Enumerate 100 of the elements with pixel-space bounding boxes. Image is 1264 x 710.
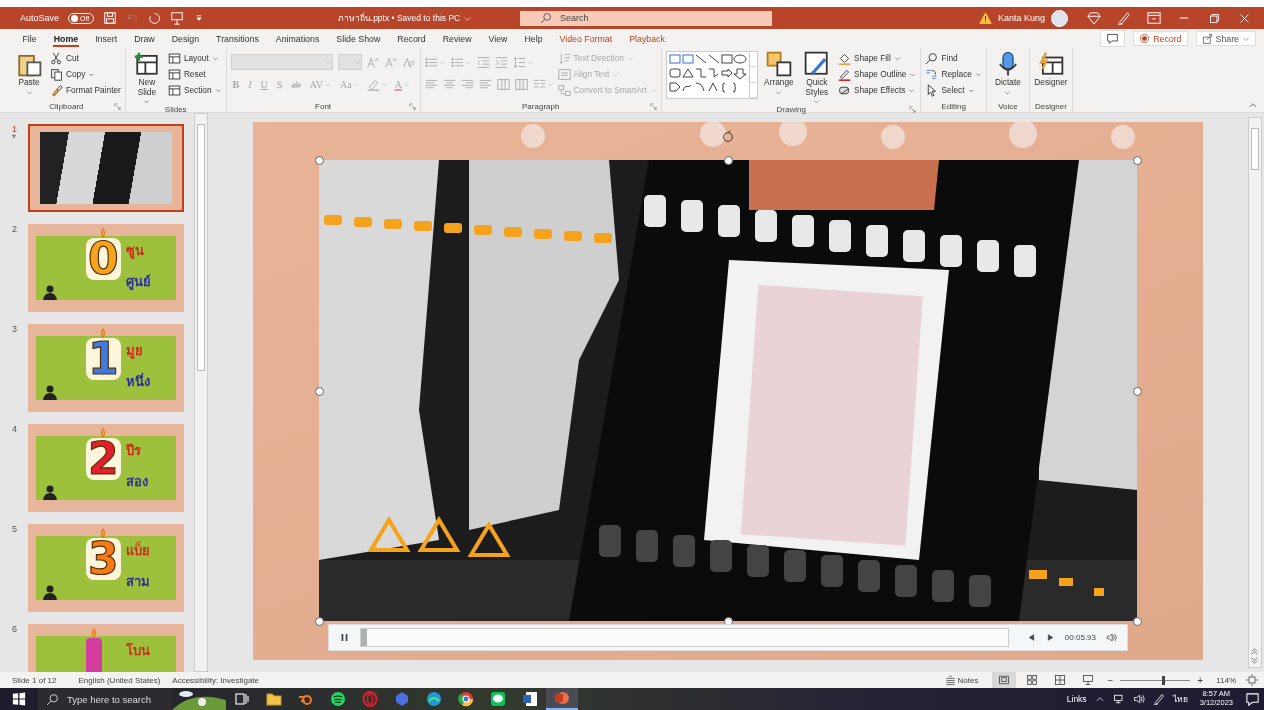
rotate-handle-icon[interactable] — [721, 130, 735, 144]
ribbon-display-icon[interactable] — [1147, 11, 1161, 25]
resize-handle[interactable] — [1133, 617, 1142, 626]
ribbon-tab[interactable]: Transitions — [207, 29, 268, 48]
zoom-out-button[interactable]: − — [1107, 674, 1114, 686]
language-status[interactable]: English (United States) — [78, 675, 161, 685]
present-icon[interactable] — [170, 11, 185, 25]
ribbon-button[interactable]: Quick Styles — [799, 51, 834, 106]
ribbon-button[interactable]: Copy — [50, 67, 121, 81]
ribbon-button[interactable]: Find — [925, 51, 982, 65]
fit-to-window-icon[interactable] — [1246, 674, 1258, 686]
ribbon-button[interactable]: Replace — [925, 67, 982, 81]
accessibility-status[interactable]: Accessibility: Investigate — [172, 675, 259, 685]
landscape-widget-drawing[interactable] — [172, 688, 226, 710]
page-up-icon[interactable] — [1250, 647, 1259, 656]
step-forward-icon[interactable] — [1045, 633, 1055, 642]
ribbon-button[interactable]: Shape Effects — [837, 83, 917, 97]
ribbon-button[interactable]: Layout — [167, 51, 222, 65]
view-button[interactable] — [992, 672, 1017, 688]
links-toolbar[interactable]: Links — [1062, 694, 1091, 704]
diamond-icon[interactable] — [1087, 11, 1101, 25]
caret-down-icon — [214, 86, 222, 94]
ribbon-button[interactable]: Designer — [1033, 51, 1068, 88]
ribbon-tab[interactable]: Video Format — [551, 29, 621, 48]
zoom-in-button[interactable]: + — [1197, 674, 1204, 686]
ribbon-button[interactable]: Paste — [12, 51, 46, 96]
ribbon-button[interactable]: New Slide — [129, 51, 164, 106]
ribbon-button[interactable]: Select — [925, 83, 982, 97]
ribbon-button[interactable]: Reset — [167, 67, 222, 81]
zoom-thumb[interactable] — [1162, 675, 1166, 685]
ribbon-button[interactable]: Section — [167, 83, 222, 97]
ribbon-tab[interactable]: Help — [515, 29, 552, 48]
input-language[interactable]: ไทย — [1168, 692, 1192, 706]
volume-icon[interactable] — [1106, 632, 1117, 643]
dialog-launcher-icon[interactable] — [649, 102, 657, 110]
ribbon-tab[interactable]: Slide Show — [327, 29, 389, 48]
ribbon-tab[interactable]: Review — [434, 29, 481, 48]
indent-decrease-icon — [476, 55, 490, 69]
ribbon-tab[interactable]: View — [480, 29, 516, 48]
pause-icon[interactable] — [339, 632, 350, 643]
share-button[interactable]: Share — [1195, 31, 1256, 46]
comment-icon[interactable] — [1106, 32, 1120, 45]
notification-icon[interactable] — [1245, 691, 1260, 707]
step-back-icon[interactable] — [1026, 633, 1036, 642]
ribbon-button[interactable]: Arrange — [761, 51, 796, 96]
ribbon-tab[interactable]: Draw — [125, 29, 164, 48]
redo-icon[interactable] — [148, 11, 162, 25]
resize-handle[interactable] — [724, 156, 733, 165]
pen-icon[interactable] — [1152, 693, 1165, 705]
save-icon[interactable] — [103, 11, 118, 25]
zoom-level[interactable]: 114% — [1216, 675, 1236, 685]
resize-handle[interactable] — [1133, 156, 1142, 165]
bullet-list-icon — [424, 55, 438, 69]
candle-number: 0 — [86, 238, 121, 280]
close-icon[interactable] — [1237, 11, 1251, 25]
user-name[interactable]: Kanta Kung — [997, 13, 1045, 23]
resize-handle[interactable] — [1133, 386, 1142, 396]
scrollbar[interactable] — [194, 113, 208, 672]
network-icon[interactable] — [1112, 693, 1125, 705]
group-label: Clipboard — [49, 101, 84, 111]
speaker-icon[interactable] — [1132, 693, 1145, 705]
taskbar-search-field[interactable]: Type here to search — [38, 688, 172, 710]
notes-button[interactable]: Notes — [944, 674, 979, 686]
scrollbar-thumb[interactable] — [1251, 128, 1259, 170]
shapes-gallery[interactable] — [665, 51, 758, 99]
caret-up-icon[interactable] — [1094, 694, 1105, 704]
slide-thumbnail[interactable] — [28, 124, 184, 212]
text-direction-icon — [557, 51, 571, 65]
ribbon-tab[interactable]: Playback — [620, 29, 674, 48]
dialog-launcher-icon[interactable] — [408, 102, 416, 110]
ribbon-tab[interactable]: File — [14, 29, 46, 48]
ribbon-button[interactable]: Dictate — [990, 51, 1025, 96]
ribbon-button[interactable]: Shape Outline — [837, 67, 917, 81]
restore-icon[interactable] — [1207, 11, 1221, 25]
page-down-icon[interactable] — [1250, 656, 1259, 665]
ribbon-button[interactable]: Format Painter — [50, 83, 121, 97]
search-field[interactable]: Search — [520, 10, 772, 26]
resize-handle[interactable] — [315, 156, 324, 165]
record-button[interactable]: Record — [1133, 31, 1188, 46]
pen-icon[interactable] — [1117, 11, 1131, 25]
ribbon-button[interactable]: Shape Fill — [837, 51, 917, 65]
scrollbar-thumb[interactable] — [197, 124, 205, 371]
ribbon-button[interactable]: Cut — [50, 51, 121, 65]
scrollbar[interactable] — [1248, 117, 1262, 668]
caret-up-icon[interactable] — [1248, 100, 1258, 110]
ribbon-tab[interactable]: Home — [45, 29, 87, 48]
ribbon-tab[interactable]: Design — [163, 29, 208, 48]
windows-logo-icon[interactable] — [12, 692, 26, 706]
group-label: Font — [315, 101, 332, 111]
resize-handle[interactable] — [315, 617, 324, 626]
dialog-launcher-icon[interactable] — [909, 106, 917, 114]
resize-handle[interactable] — [315, 386, 324, 396]
ribbon-tab[interactable]: Animations — [267, 29, 328, 48]
indent-increase-icon — [494, 55, 508, 69]
dialog-launcher-icon[interactable] — [113, 102, 121, 110]
hexagon-app-icon — [394, 691, 410, 707]
ribbon-tab[interactable]: Insert — [86, 29, 126, 48]
file-title[interactable]: ภาษาถิ่น.pptx • Saved to this PC — [337, 11, 461, 25]
avatar[interactable] — [1051, 9, 1068, 27]
ribbon-tab[interactable]: Record — [388, 29, 435, 48]
